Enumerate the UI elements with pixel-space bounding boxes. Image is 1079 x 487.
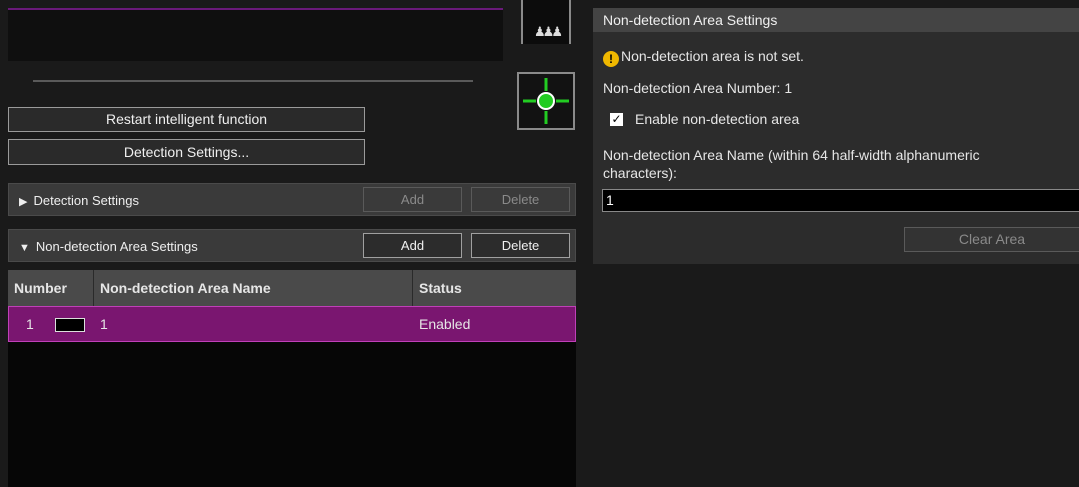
section-label: Detection Settings bbox=[33, 193, 139, 208]
table-row[interactable]: 1 1 Enabled bbox=[8, 306, 576, 342]
panel-title: Non-detection Area Settings bbox=[593, 8, 1079, 32]
name-field-label-line2: characters): bbox=[603, 165, 677, 181]
nda-settings-panel: Non-detection Area Settings ! Non-detecti… bbox=[593, 8, 1079, 264]
enable-nda-checkbox[interactable]: ✓ bbox=[610, 113, 623, 126]
warning-text: Non-detection area is not set. bbox=[621, 48, 804, 64]
triangle-down-icon: ▼ bbox=[19, 242, 30, 254]
area-number-label: Non-detection Area Number: 1 bbox=[603, 80, 793, 96]
nda-name-input[interactable]: 1 bbox=[602, 189, 1079, 212]
detection-settings-toggle[interactable]: ▶ Detection Settings bbox=[19, 193, 139, 208]
detection-add-button[interactable]: Add bbox=[363, 187, 462, 212]
table-header: Number Non-detection Area Name Status bbox=[8, 270, 576, 306]
detection-settings-button[interactable]: Detection Settings... bbox=[8, 139, 365, 165]
row-name: 1 bbox=[100, 316, 108, 332]
column-header-status[interactable]: Status bbox=[413, 270, 576, 306]
divider-line bbox=[33, 80, 473, 82]
nda-settings-section[interactable]: ▼ Non-detection Area Settings Add Delete bbox=[8, 229, 576, 262]
triangle-right-icon: ▶ bbox=[19, 196, 28, 208]
video-preview-area bbox=[8, 8, 503, 61]
people-icon[interactable]: ♟♟♟ bbox=[530, 24, 564, 40]
row-status: Enabled bbox=[419, 316, 471, 332]
section-label: Non-detection Area Settings bbox=[35, 239, 198, 254]
warning-message: ! Non-detection area is not set. bbox=[603, 48, 804, 67]
name-field-label-line1: Non-detection Area Name (within 64 half-… bbox=[603, 147, 980, 163]
nda-settings-toggle[interactable]: ▼ Non-detection Area Settings bbox=[19, 239, 198, 254]
crosshair-target-icon[interactable] bbox=[517, 72, 575, 130]
nda-delete-button[interactable]: Delete bbox=[471, 233, 570, 258]
column-header-number[interactable]: Number bbox=[8, 270, 94, 306]
warning-icon: ! bbox=[603, 51, 619, 67]
nda-add-button[interactable]: Add bbox=[363, 233, 462, 258]
detection-delete-button[interactable]: Delete bbox=[471, 187, 570, 212]
area-color-swatch bbox=[55, 318, 85, 332]
row-number: 1 bbox=[26, 316, 34, 332]
column-header-name[interactable]: Non-detection Area Name bbox=[94, 270, 413, 306]
clear-area-button[interactable]: Clear Area bbox=[904, 227, 1079, 252]
restart-intelligent-function-button[interactable]: Restart intelligent function bbox=[8, 107, 365, 132]
enable-nda-label[interactable]: Enable non-detection area bbox=[635, 111, 799, 127]
detection-settings-section[interactable]: ▶ Detection Settings Add Delete bbox=[8, 183, 576, 216]
nda-table: Number Non-detection Area Name Status 1 … bbox=[8, 270, 576, 487]
